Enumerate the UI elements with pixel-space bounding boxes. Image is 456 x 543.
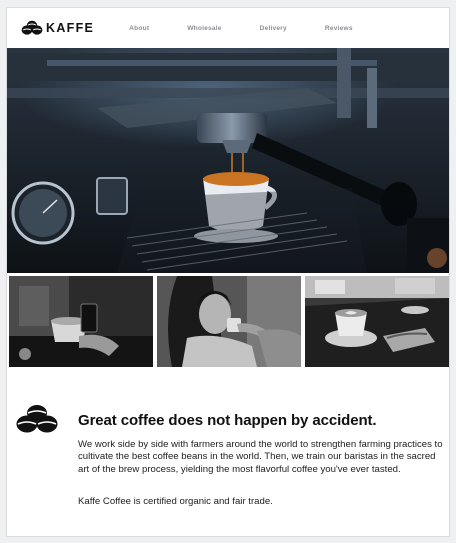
nav-link-reviews[interactable]: Reviews <box>325 25 353 32</box>
brand-name: KAFFE <box>46 21 95 35</box>
thumbnail-1[interactable] <box>9 276 153 367</box>
nav-link-about[interactable]: About <box>129 25 149 32</box>
info-headline: Great coffee does not happen by accident… <box>78 412 377 429</box>
info-paragraph-2: Kaffe Coffee is certified organic and fa… <box>78 496 273 507</box>
woman-drinking-coffee-photo <box>157 276 301 367</box>
coffee-beans-icon <box>16 405 58 433</box>
coffee-beans-icon <box>21 20 43 35</box>
hero-image <box>7 48 449 273</box>
top-nav: KAFFE About Wholesale Delivery Reviews <box>7 8 449 48</box>
latte-cup-phone-photo <box>9 276 153 367</box>
nav-link-wholesale[interactable]: Wholesale <box>187 25 221 32</box>
espresso-machine-photo <box>7 48 449 273</box>
thumbnail-strip <box>8 276 449 367</box>
nav-link-delivery[interactable]: Delivery <box>260 25 287 32</box>
page-card: KAFFE About Wholesale Delivery Reviews G… <box>6 7 450 537</box>
info-section: Great coffee does not happen by accident… <box>7 388 449 528</box>
brand-logo[interactable]: KAFFE <box>21 20 94 36</box>
info-paragraph-1: We work side by side with farmers around… <box>78 439 443 475</box>
thumbnail-3[interactable] <box>305 276 449 367</box>
latte-art-table-photo <box>305 276 449 367</box>
thumbnail-2[interactable] <box>157 276 301 367</box>
nav-links: About Wholesale Delivery Reviews <box>129 25 391 32</box>
